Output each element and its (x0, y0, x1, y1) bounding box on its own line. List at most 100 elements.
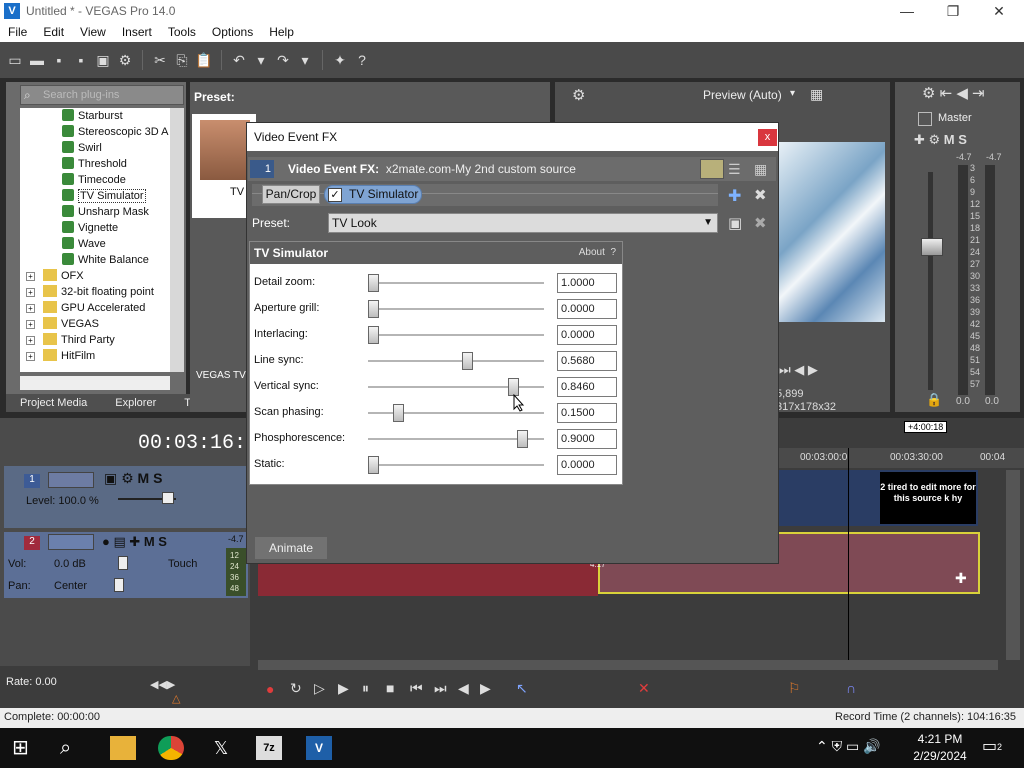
preview-transport-icons[interactable]: ⏭ ◀ ▶ (779, 362, 818, 378)
timeline-vertical-scrollbar[interactable] (1006, 470, 1020, 660)
plugin-search-input[interactable]: Search plug-ins (20, 85, 184, 105)
menu-help[interactable]: Help (261, 25, 302, 39)
menu-view[interactable]: View (72, 25, 114, 39)
redo-icon[interactable]: ↷ (274, 51, 292, 69)
track-controls[interactable]: ● ▤ ✚ M S (102, 534, 167, 550)
video-track-header[interactable]: 1 ▣ ⚙ M S Level: 100.0 % (4, 466, 248, 528)
expand-plus-icon[interactable]: + (26, 352, 35, 361)
rate-slider-icon[interactable]: ◀◀▶ (150, 678, 175, 691)
param-value-input[interactable]: 1.0000 (557, 273, 617, 293)
x-app-icon[interactable]: 𝕏 (208, 736, 234, 760)
animate-button[interactable]: Animate (255, 537, 327, 559)
add-fx-icon[interactable]: ✚ (728, 186, 741, 206)
save-as-icon[interactable]: ▪ (72, 51, 90, 69)
render-icon[interactable]: ▣ (94, 51, 112, 69)
taskbar-clock[interactable]: 4:21 PM 2/29/2024 (900, 731, 980, 765)
play-icon[interactable]: ▶ (338, 680, 349, 697)
undo-dropdown-icon[interactable]: ▾ (252, 51, 270, 69)
param-slider-thumb[interactable] (392, 404, 404, 422)
tree-item-timecode[interactable]: Timecode (20, 172, 170, 188)
snapping-icon[interactable]: ∩ (846, 680, 856, 696)
param-value-input[interactable]: 0.0000 (557, 455, 617, 475)
next-frame-icon[interactable]: ▶ (480, 680, 491, 697)
paste-icon[interactable]: 📋 (195, 51, 213, 69)
param-slider-thumb[interactable] (517, 430, 529, 448)
7zip-icon[interactable]: 7z (256, 736, 282, 760)
expand-plus-icon[interactable]: + (26, 336, 35, 345)
audio-clip-waveform[interactable] (258, 564, 598, 596)
track-controls[interactable]: ▣ ⚙ M S (104, 470, 162, 487)
dialog-close-button[interactable]: x (758, 129, 777, 146)
param-value-input[interactable]: 0.0000 (557, 299, 617, 319)
vol-slider-thumb[interactable] (118, 556, 128, 570)
fx-enable-checkbox[interactable]: ✓ (328, 188, 342, 202)
expand-plus-icon[interactable]: + (26, 304, 35, 313)
tree-horizontal-scrollbar[interactable] (20, 376, 170, 390)
tree-item-stereoscopic[interactable]: Stereoscopic 3D A (20, 124, 170, 140)
minimize-button[interactable]: — (884, 0, 930, 22)
chain-tv-simulator-button[interactable]: ✓ TV Simulator (324, 185, 422, 204)
tree-folder-vegas[interactable]: + VEGAS (20, 316, 170, 332)
preview-quality-dropdown[interactable]: Preview (Auto) (703, 88, 782, 102)
grid-view-icon[interactable]: ▦ (754, 161, 767, 178)
tree-item-vignette[interactable]: Vignette (20, 220, 170, 236)
param-slider-thumb[interactable] (368, 300, 379, 318)
system-tray-icons[interactable]: ⌃ ⛨ ▭ 🔊 (816, 738, 881, 755)
level-slider-thumb[interactable] (162, 492, 174, 504)
tree-folder-32bit[interactable]: +32-bit floating point (20, 284, 170, 300)
help-icon[interactable]: ? (353, 51, 371, 69)
param-value-input[interactable]: 0.5680 (557, 351, 617, 371)
save-preset-icon[interactable]: ▣ (728, 214, 742, 232)
new-file-icon[interactable]: ▭ (6, 51, 24, 69)
param-slider-thumb[interactable] (462, 352, 474, 370)
tree-folder-third-party[interactable]: + Third Party (20, 332, 170, 348)
open-folder-icon[interactable]: ▬ (28, 51, 46, 69)
windows-start-icon[interactable]: ⊞ (12, 736, 38, 760)
chain-pan-crop-button[interactable]: Pan/Crop (262, 185, 320, 204)
tree-item-swirl[interactable]: Swirl (20, 140, 170, 156)
menu-options[interactable]: Options (204, 25, 261, 39)
go-to-start-icon[interactable]: ⏮ (410, 680, 423, 697)
file-explorer-icon[interactable] (110, 736, 136, 760)
master-mute-solo[interactable]: ✚ ⚙ M S (914, 132, 967, 148)
tree-item-wave[interactable]: Wave (20, 236, 170, 252)
tree-item-starburst[interactable]: Starburst (20, 108, 170, 124)
expand-plus-icon[interactable]: + (26, 272, 35, 281)
rate-reset-icon[interactable]: △ (172, 692, 180, 705)
redo-dropdown-icon[interactable]: ▾ (296, 51, 314, 69)
pause-icon[interactable]: ⏸ (362, 680, 369, 697)
tree-item-white-balance[interactable]: White Balance (20, 252, 170, 268)
menu-insert[interactable]: Insert (114, 25, 160, 39)
play-from-start-icon[interactable]: ▷ (314, 680, 325, 697)
master-fx-icon[interactable] (918, 112, 932, 126)
undo-icon[interactable]: ↶ (230, 51, 248, 69)
tree-folder-ofx[interactable]: + OFX (20, 268, 170, 284)
tree-vertical-scrollbar[interactable] (170, 108, 184, 372)
tab-explorer[interactable]: Explorer (101, 394, 170, 412)
chrome-icon[interactable] (158, 736, 184, 760)
properties-gear-icon[interactable]: ⚙ (116, 51, 134, 69)
grid-overlay-icon[interactable]: ▦ (810, 86, 823, 103)
marker-icon[interactable]: ⚐ (788, 680, 801, 697)
stop-icon[interactable]: ■ (386, 680, 394, 696)
dialog-title-bar[interactable]: Video Event FX (247, 123, 778, 151)
param-value-input[interactable]: 0.0000 (557, 325, 617, 345)
expand-plus-icon[interactable]: + (26, 288, 35, 297)
about-link[interactable]: About ? (579, 247, 616, 258)
notification-icon[interactable]: ▭ (982, 736, 997, 756)
param-value-input[interactable]: 0.1500 (557, 403, 617, 423)
pan-slider-thumb[interactable] (114, 578, 124, 592)
param-value-input[interactable]: 0.9000 (557, 429, 617, 449)
param-slider-thumb[interactable] (368, 326, 379, 344)
delete-icon[interactable]: ✕ (638, 680, 650, 697)
master-fader-thumb[interactable] (921, 238, 943, 256)
menu-file[interactable]: File (0, 25, 35, 39)
touch-mode-dropdown[interactable]: Touch (168, 558, 197, 570)
playhead-cursor[interactable] (848, 448, 849, 660)
tree-folder-gpu[interactable]: + GPU Accelerated (20, 300, 170, 316)
close-window-button[interactable]: ✕ (976, 0, 1022, 22)
tree-item-unsharp-mask[interactable]: Unsharp Mask (20, 204, 170, 220)
preview-settings-gear-icon[interactable]: ⚙ (572, 86, 585, 104)
track-name-field[interactable] (48, 534, 94, 550)
loop-icon[interactable]: ↻ (290, 680, 302, 697)
